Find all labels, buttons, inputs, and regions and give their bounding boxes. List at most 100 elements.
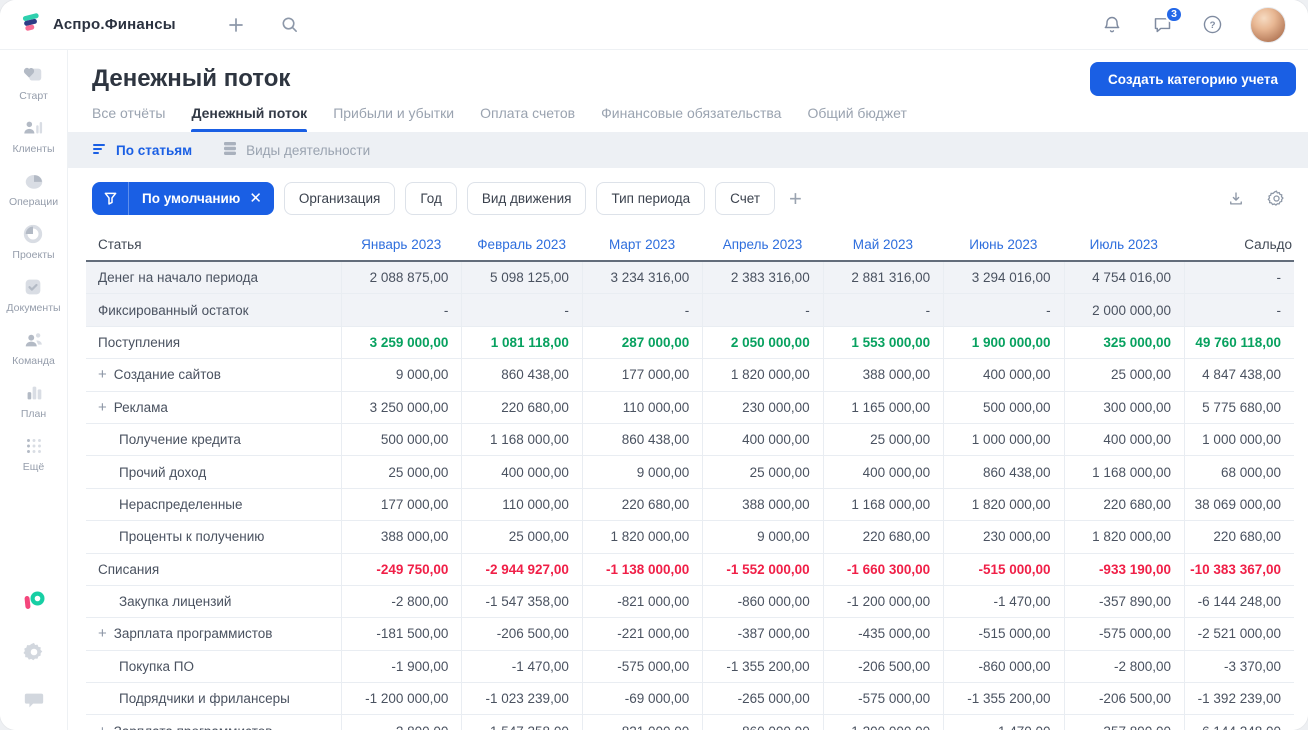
sidebar-item-plan[interactable]: План (21, 382, 46, 420)
row-label-cell: Поступления (86, 327, 341, 360)
cell-value: 1 000 000,00 (1184, 423, 1294, 457)
sidebar-chat-icon[interactable] (23, 689, 45, 716)
messages-chat-icon[interactable]: 3 (1150, 5, 1183, 37)
view-tab-activity-types[interactable]: Виды деятельности (222, 141, 370, 159)
table-header-row: Статья Январь 2023 Февраль 2023 Март 202… (86, 229, 1294, 262)
table-row: Закупка лицензий -2 800,00 -1 547 358,00 -8… (86, 585, 1294, 619)
column-header-april[interactable]: Апрель 2023 (702, 229, 823, 262)
tab-all-reports[interactable]: Все отчёты (92, 105, 165, 132)
create-category-button[interactable]: Создать категорию учета (1090, 62, 1296, 96)
row-label: Создание сайтов (113, 367, 221, 383)
tab-cash-flow[interactable]: Денежный поток (191, 105, 307, 132)
cell-value: 1 081 118,00 (461, 326, 582, 360)
cell-value: 860 438,00 (581, 423, 703, 457)
aspro-mini-logo-icon[interactable] (21, 588, 47, 619)
row-label-cell: Получение кредита (86, 424, 341, 457)
create-plus-icon[interactable] (224, 13, 248, 37)
row-label-cell: + Создание сайтов (86, 359, 341, 392)
column-header-saldo: Сальдо (1184, 229, 1294, 262)
clear-filter-icon[interactable]: ✕ (249, 191, 262, 206)
cell-value: 400 000,00 (943, 359, 1064, 392)
page-head: Денежный поток Создать категорию учета В… (68, 50, 1308, 132)
brand[interactable]: Аспро.Финансы (20, 10, 176, 39)
tab-financial-obligations[interactable]: Финансовые обязательства (601, 105, 781, 132)
cell-value: - (702, 294, 823, 327)
user-avatar[interactable] (1250, 6, 1286, 43)
cell-value: -1 355 200,00 (943, 683, 1064, 716)
filter-movement-type-button[interactable]: Вид движения (466, 182, 587, 215)
row-label-cell: Подрядчики и фрилансеры (86, 683, 341, 716)
help-icon[interactable]: ? (1200, 13, 1224, 37)
cell-value: -860 000,00 (702, 585, 823, 619)
cell-value: 220 680,00 (461, 391, 582, 424)
cell-value: 177 000,00 (581, 359, 703, 392)
tab-general-budget[interactable]: Общий бюджет (807, 105, 906, 132)
cell-value: -249 750,00 (341, 553, 462, 586)
tab-profit-loss[interactable]: Прибыли и убытки (333, 105, 454, 132)
cell-value: 1 820 000,00 (702, 359, 823, 392)
svg-text:?: ? (1209, 20, 1215, 31)
notifications-bell-icon[interactable] (1100, 13, 1124, 37)
expand-row-icon[interactable]: + (98, 367, 107, 382)
filter-account-button[interactable]: Счет (715, 182, 776, 215)
filter-period-type-button[interactable]: Тип периода (596, 182, 706, 215)
column-header-june[interactable]: Июнь 2023 (943, 229, 1064, 262)
cell-value: 300 000,00 (1063, 391, 1184, 424)
sidebar-item-clients[interactable]: Клиенты (12, 117, 55, 155)
column-header-may[interactable]: Май 2023 (822, 229, 944, 262)
column-header-january[interactable]: Январь 2023 (341, 229, 462, 262)
table-row: Нераспределенные 177 000,00 110 000,00 220 … (86, 488, 1294, 522)
cell-value: 230 000,00 (943, 521, 1064, 554)
expand-row-icon[interactable]: + (98, 724, 107, 730)
expand-row-icon[interactable]: + (98, 626, 107, 641)
cell-value: 177 000,00 (341, 488, 462, 522)
row-label: Списания (98, 561, 160, 577)
active-filter-pill[interactable]: По умолчанию ✕ (92, 182, 274, 215)
view-tab-by-articles[interactable]: По статьям (92, 142, 192, 159)
row-label-cell: Прочий доход (86, 456, 341, 489)
table-settings-gear-icon[interactable] (1264, 187, 1288, 211)
cell-value: 38 069 000,00 (1184, 488, 1294, 522)
table-row: Прочий доход 25 000,00 400 000,00 9 000,00 2… (86, 456, 1294, 489)
sidebar-item-team[interactable]: Команда (12, 329, 55, 367)
row-label-cell: Фиксированный остаток (86, 294, 341, 327)
cell-value: 1 553 000,00 (822, 326, 944, 360)
expand-row-icon[interactable]: + (98, 400, 107, 415)
filter-organization-button[interactable]: Организация (283, 182, 396, 215)
cell-value: -2 800,00 (341, 715, 461, 730)
cell-value: 500 000,00 (943, 391, 1064, 424)
filter-year-button[interactable]: Год (405, 182, 457, 215)
row-label: Подрядчики и фрилансеры (119, 691, 290, 707)
cell-value: 1 168 000,00 (822, 488, 944, 522)
cell-value: -515 000,00 (943, 553, 1064, 586)
add-filter-icon[interactable]: + (789, 187, 802, 210)
table-row: Проценты к получению 388 000,00 25 000,00 1… (86, 521, 1294, 554)
column-header-february[interactable]: Февраль 2023 (461, 229, 582, 262)
cell-value: -1 552 000,00 (702, 553, 823, 586)
sidebar-item-start[interactable]: Старт (19, 64, 48, 102)
cell-value: 388 000,00 (702, 488, 823, 522)
funnel-icon (92, 182, 129, 215)
cell-value: -206 500,00 (822, 650, 944, 684)
app-window: Аспро.Финансы 3 ? Старт Клиенты Операции… (0, 0, 1308, 730)
tab-invoice-payment[interactable]: Оплата счетов (480, 105, 575, 132)
chat-unread-badge: 3 (1165, 5, 1183, 23)
sidebar-item-documents[interactable]: Документы (6, 276, 61, 314)
sidebar-settings-gear-icon[interactable] (22, 641, 45, 667)
cell-value: - (822, 294, 944, 327)
export-download-icon[interactable] (1224, 187, 1248, 211)
column-header-march[interactable]: Март 2023 (581, 229, 703, 262)
cell-value: -1 138 000,00 (581, 553, 703, 586)
cell-value: 2 383 316,00 (702, 262, 823, 295)
sidebar-item-more[interactable]: Ещё (23, 435, 45, 473)
sidebar-item-operations[interactable]: Операции (9, 170, 58, 208)
sidebar-item-projects[interactable]: Проекты (12, 223, 55, 261)
search-icon[interactable] (278, 13, 302, 37)
cash-flow-table: Статья Январь 2023 Февраль 2023 Март 202… (86, 229, 1294, 730)
filter-row: По умолчанию ✕ Организация Год Вид движе… (68, 168, 1308, 229)
cell-value: 1 168 000,00 (1063, 456, 1184, 489)
column-header-july[interactable]: Июль 2023 (1063, 229, 1184, 262)
cell-value: -387 000,00 (702, 618, 823, 651)
cell-value: -821 000,00 (581, 585, 703, 619)
cell-value: 25 000,00 (1063, 359, 1184, 392)
